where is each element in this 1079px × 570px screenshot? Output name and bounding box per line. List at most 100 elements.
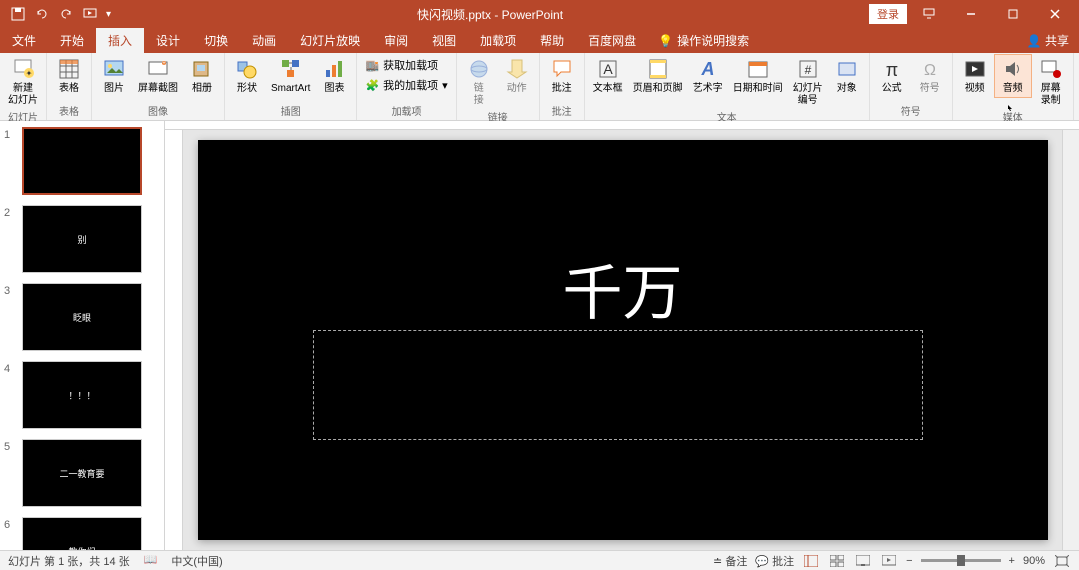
quick-access-toolbar: ▾ <box>0 4 111 24</box>
notes-button[interactable]: ≐ 备注 <box>713 553 747 569</box>
tab-百度网盘[interactable]: 百度网盘 <box>576 28 648 53</box>
slide-sorter-button[interactable] <box>828 553 846 569</box>
content-placeholder[interactable] <box>313 330 923 440</box>
login-button[interactable]: 登录 <box>869 4 907 24</box>
tab-切换[interactable]: 切换 <box>192 28 240 53</box>
slide-counter[interactable]: 幻灯片 第 1 张，共 14 张 <box>8 553 130 569</box>
addins-icon: 🧩 <box>365 79 379 92</box>
table-icon <box>57 57 81 81</box>
ribbon-group-media: 视频 音频 屏幕录制 媒体 <box>953 53 1074 120</box>
share-button[interactable]: 👤 共享 <box>1027 32 1069 49</box>
audio-button[interactable]: 音频 <box>995 55 1031 97</box>
my-addins-button[interactable]: 🧩我的加载项 ▾ <box>361 75 451 95</box>
photo-album-button[interactable]: 相册 <box>184 55 220 97</box>
symbol-button[interactable]: Ω符号 <box>912 55 948 97</box>
fit-to-window-button[interactable] <box>1053 553 1071 569</box>
link-button[interactable]: 链接 <box>461 55 497 109</box>
minimize-button[interactable] <box>951 2 991 26</box>
thumbnail-1[interactable]: 1 <box>0 125 164 197</box>
thumb-number: 5 <box>4 439 22 507</box>
start-slideshow-button[interactable] <box>80 4 100 24</box>
tab-加载项[interactable]: 加载项 <box>468 28 528 53</box>
tab-帮助[interactable]: 帮助 <box>528 28 576 53</box>
textbox-button[interactable]: A文本框 <box>589 55 627 97</box>
new-slide-button[interactable]: ✦ 新建幻灯片 <box>4 55 42 109</box>
undo-button[interactable] <box>32 4 52 24</box>
thumbnail-5[interactable]: 5二一教育要 <box>0 437 164 509</box>
thumb-preview: 教你们 <box>22 517 142 550</box>
screenshot-button[interactable]: +屏幕截图 <box>134 55 182 97</box>
table-button[interactable]: 表格 <box>51 55 87 97</box>
action-button[interactable]: 动作 <box>499 55 535 97</box>
reading-view-button[interactable] <box>854 553 872 569</box>
slideshow-button[interactable] <box>880 553 898 569</box>
object-button[interactable]: 对象 <box>829 55 865 97</box>
header-icon <box>646 57 670 81</box>
vertical-scrollbar[interactable] <box>1062 130 1079 550</box>
screenrec-icon <box>1039 57 1063 81</box>
ribbon-group-images: 图片 +屏幕截图 相册 图像 <box>92 53 225 120</box>
video-button[interactable]: 视频 <box>957 55 993 97</box>
tab-动画[interactable]: 动画 <box>240 28 288 53</box>
slide-canvas[interactable]: 千万 <box>198 140 1048 540</box>
thumbnail-4[interactable]: 4！！！ <box>0 359 164 431</box>
canvas-area[interactable]: 千万 <box>183 130 1062 550</box>
thumbnail-6[interactable]: 6教你们 <box>0 515 164 550</box>
comments-button[interactable]: 💬 批注 <box>755 553 794 569</box>
tab-开始[interactable]: 开始 <box>48 28 96 53</box>
zoom-out-button[interactable]: − <box>906 555 912 567</box>
slide-thumbnails-panel[interactable]: 12别3眨眼4！！！5二一教育要6教你们7 <box>0 121 165 550</box>
save-button[interactable] <box>8 4 28 24</box>
svg-text:A: A <box>603 61 613 77</box>
video-icon <box>963 57 987 81</box>
slidenum-icon: # <box>796 57 820 81</box>
ribbon-group-comments: 批注 批注 <box>540 53 585 120</box>
wordart-button[interactable]: A艺术字 <box>689 55 727 97</box>
maximize-button[interactable] <box>993 2 1033 26</box>
ribbon-group-text: A文本框 页眉和页脚 A艺术字 日期和时间 #幻灯片编号 对象 文本 <box>585 53 870 120</box>
thumb-number: 3 <box>4 283 22 351</box>
redo-button[interactable] <box>56 4 76 24</box>
datetime-button[interactable]: 日期和时间 <box>729 55 787 97</box>
status-bar: 幻灯片 第 1 张，共 14 张 📖 中文(中国) ≐ 备注 💬 批注 − + … <box>0 550 1079 570</box>
ribbon-options-button[interactable] <box>909 2 949 26</box>
chart-button[interactable]: 图表 <box>316 55 352 97</box>
new-slide-icon: ✦ <box>11 57 35 81</box>
tab-审阅[interactable]: 审阅 <box>372 28 420 53</box>
thumb-preview: 别 <box>22 205 142 273</box>
tab-幻灯片放映[interactable]: 幻灯片放映 <box>288 28 372 53</box>
tab-文件[interactable]: 文件 <box>0 28 48 53</box>
thumbnail-2[interactable]: 2别 <box>0 203 164 275</box>
picture-button[interactable]: 图片 <box>96 55 132 97</box>
screen-recording-button[interactable]: 屏幕录制 <box>1033 55 1069 109</box>
slidenum-button[interactable]: #幻灯片编号 <box>789 55 827 109</box>
smartart-button[interactable]: SmartArt <box>267 55 314 97</box>
slide-title-text[interactable]: 千万 <box>198 245 1048 332</box>
ribbon-group-illustrations: 形状 SmartArt 图表 插图 <box>225 53 357 120</box>
tab-视图[interactable]: 视图 <box>420 28 468 53</box>
svg-text:π: π <box>885 60 897 80</box>
svg-text:Ω: Ω <box>924 62 936 79</box>
comment-button[interactable]: 批注 <box>544 55 580 97</box>
zoom-in-button[interactable]: + <box>1009 555 1015 567</box>
tab-设计[interactable]: 设计 <box>144 28 192 53</box>
svg-text:#: # <box>804 63 811 77</box>
tab-插入[interactable]: 插入 <box>96 28 144 53</box>
language-label[interactable]: 中文(中国) <box>171 553 222 569</box>
tell-me-search[interactable]: 💡 操作说明搜索 <box>658 32 749 49</box>
spellcheck-button[interactable]: 📖 <box>144 553 158 569</box>
close-button[interactable] <box>1035 2 1075 26</box>
ribbon: ✦ 新建幻灯片 幻灯片 表格 表格 图片 +屏幕截图 相册 图像 形状 Smar… <box>0 53 1079 121</box>
thumb-number: 2 <box>4 205 22 273</box>
shapes-button[interactable]: 形状 <box>229 55 265 97</box>
zoom-slider[interactable] <box>921 559 1001 562</box>
thumb-preview: 眨眼 <box>22 283 142 351</box>
normal-view-button[interactable] <box>802 553 820 569</box>
svg-text:+: + <box>162 61 166 67</box>
equation-button[interactable]: π公式 <box>874 55 910 97</box>
header-footer-button[interactable]: 页眉和页脚 <box>629 55 687 97</box>
textbox-icon: A <box>596 57 620 81</box>
zoom-level[interactable]: 90% <box>1023 555 1045 567</box>
get-addins-button[interactable]: 🏬获取加载项 <box>361 55 451 75</box>
thumbnail-3[interactable]: 3眨眼 <box>0 281 164 353</box>
